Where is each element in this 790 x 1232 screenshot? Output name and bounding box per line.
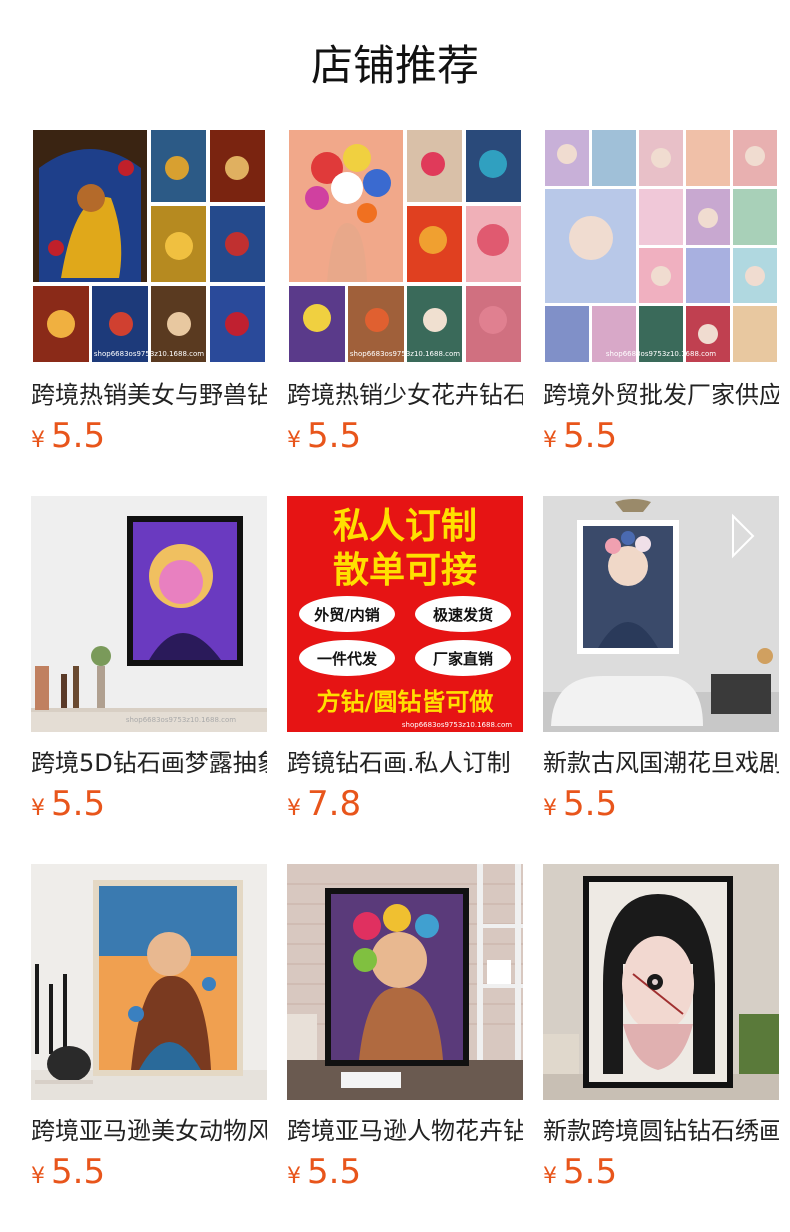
section-title: 店铺推荐 [310, 41, 479, 90]
price-value: 5.5 [307, 416, 362, 456]
pop-art-portrait-room-image: shop6683os9753z10.1688.com [31, 496, 267, 732]
product-name[interactable]: 跨境外贸批发厂家供应 [543, 380, 779, 410]
stained-glass-collage-image: shop6683os9753z10.1688.com [31, 128, 267, 364]
opera-girl-room-image [543, 496, 779, 732]
promo-headline-1: 私人订制 [333, 506, 477, 547]
product-image[interactable]: shop6683os9753z10.1688.com [31, 128, 267, 364]
price-value: 5.5 [563, 416, 618, 456]
product-price: ¥5.5 [31, 416, 105, 456]
promo-badge: 厂家直销 [433, 650, 493, 668]
currency-symbol: ¥ [543, 428, 557, 453]
price-value: 5.5 [563, 784, 618, 824]
product-name[interactable]: 新款跨境圆钻钻石绣画 [543, 1116, 779, 1146]
promo-footer: 方钻/圆钻皆可做 [317, 688, 494, 716]
product-price: ¥5.5 [287, 1152, 361, 1192]
price-value: 5.5 [307, 1152, 362, 1192]
currency-symbol: ¥ [543, 1164, 557, 1189]
promo-badge: 一件代发 [317, 650, 378, 668]
currency-symbol: ¥ [31, 428, 45, 453]
product-name[interactable]: 跨境亚马逊人物花卉钻石画 [287, 1116, 523, 1146]
anime-girls-collage-image: shop6683os9753z10.1688.com [543, 128, 779, 364]
image-watermark: shop6683os9753z10.1688.com [350, 350, 460, 358]
price-value: 5.5 [563, 1152, 618, 1192]
currency-symbol: ¥ [287, 428, 301, 453]
ink-girl-portrait-image [543, 864, 779, 1100]
product-image[interactable]: shop6683os9753z10.1688.com [543, 128, 779, 364]
product-price: ¥5.5 [31, 784, 105, 824]
currency-symbol: ¥ [31, 796, 45, 821]
price-value: 5.5 [51, 1152, 106, 1192]
product-image[interactable] [543, 496, 779, 732]
currency-symbol: ¥ [287, 796, 301, 821]
image-watermark: shop6683os9753z10.1688.com [126, 716, 236, 724]
product-name[interactable]: 跨境热销美女与野兽钻石画 [31, 380, 267, 410]
product-image[interactable]: shop6683os9753z10.1688.com [31, 496, 267, 732]
product-price: ¥5.5 [543, 416, 617, 456]
product-image[interactable] [287, 864, 523, 1100]
promo-headline-2: 散单可接 [333, 550, 477, 591]
product-image[interactable] [31, 864, 267, 1100]
price-value: 5.5 [51, 416, 106, 456]
image-watermark: shop6683os9753z10.1688.com [94, 350, 204, 358]
woman-birds-room-image [31, 864, 267, 1100]
product-name[interactable]: 跨境亚马逊美女动物风景 [31, 1116, 267, 1146]
promo-badge: 极速发货 [433, 606, 493, 624]
currency-symbol: ¥ [543, 796, 557, 821]
product-price: ¥7.8 [287, 784, 361, 824]
floral-girl-collage-image: shop6683os9753z10.1688.com [287, 128, 523, 364]
product-image[interactable] [543, 864, 779, 1100]
price-value: 7.8 [307, 784, 362, 824]
custom-order-promo-image: 私人订制 散单可接 外贸/内销 极速发货 一件代发 厂家直销 方钻/圆钻皆可做 … [287, 496, 523, 732]
image-watermark: shop6683os9753z10.1688.com [606, 350, 716, 358]
image-watermark: shop6683os9753z10.1688.com [402, 721, 512, 729]
price-value: 5.5 [51, 784, 106, 824]
product-name[interactable]: 跨镜钻石画.私人订制 [287, 748, 523, 778]
currency-symbol: ¥ [31, 1164, 45, 1189]
product-price: ¥5.5 [31, 1152, 105, 1192]
product-price: ¥5.5 [287, 416, 361, 456]
flower-woman-brick-wall-image [287, 864, 523, 1100]
promo-badge: 外贸/内销 [313, 606, 379, 624]
product-name[interactable]: 跨境热销少女花卉钻石画 [287, 380, 523, 410]
product-image[interactable]: 私人订制 散单可接 外贸/内销 极速发货 一件代发 厂家直销 方钻/圆钻皆可做 … [287, 496, 523, 732]
product-name[interactable]: 跨境5D钻石画梦露抽象 [31, 748, 267, 778]
product-image[interactable]: shop6683os9753z10.1688.com [287, 128, 523, 364]
product-price: ¥5.5 [543, 784, 617, 824]
currency-symbol: ¥ [287, 1164, 301, 1189]
product-name[interactable]: 新款古风国潮花旦戏剧 [543, 748, 779, 778]
product-price: ¥5.5 [543, 1152, 617, 1192]
